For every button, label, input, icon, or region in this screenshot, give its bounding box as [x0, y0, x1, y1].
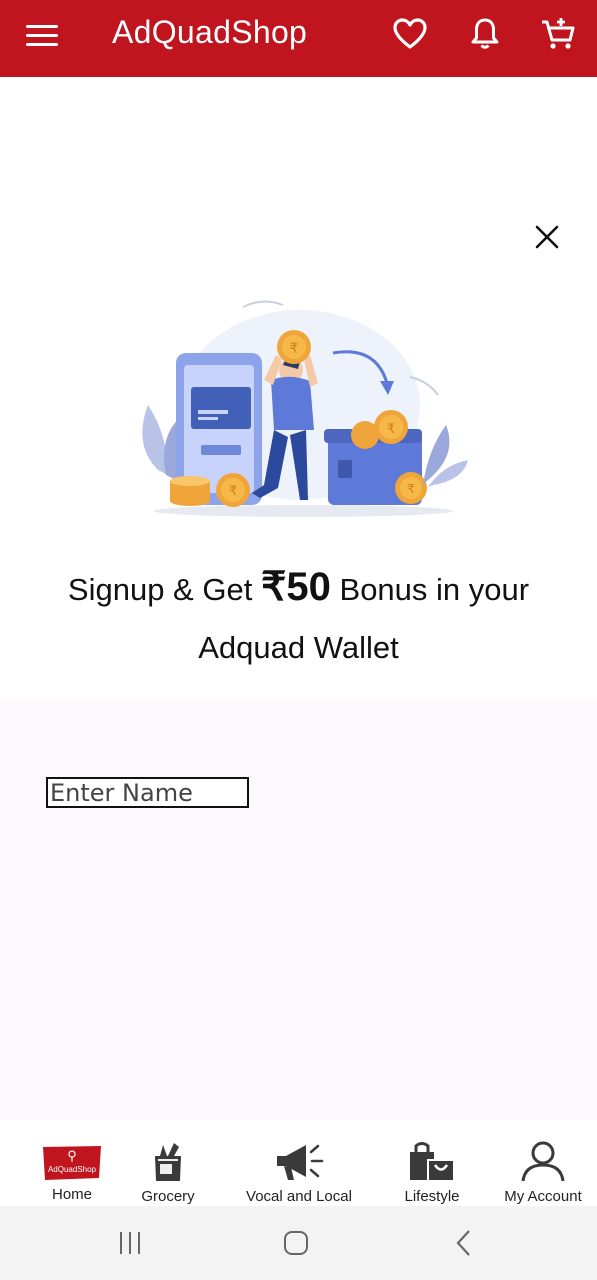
app-title: AdQuadShop: [112, 14, 308, 50]
nav-label-lifestyle: Lifestyle: [404, 1188, 460, 1205]
nav-item-my-account[interactable]: My Account: [498, 1120, 588, 1206]
recents-icon[interactable]: [110, 1228, 150, 1258]
nav-label-home: Home: [51, 1186, 92, 1203]
name-input[interactable]: [46, 777, 249, 808]
nav-item-grocery[interactable]: Grocery: [138, 1120, 198, 1206]
svg-text:₹: ₹: [407, 482, 415, 496]
signup-form: [0, 700, 597, 1120]
app-bar: AdQuadShop: [0, 0, 597, 77]
bell-icon[interactable]: [465, 14, 505, 54]
svg-text:⚲: ⚲: [67, 1149, 77, 1164]
back-icon[interactable]: [444, 1228, 484, 1258]
nav-item-lifestyle[interactable]: Lifestyle: [399, 1120, 465, 1206]
heart-icon[interactable]: [390, 14, 430, 54]
svg-text:₹: ₹: [387, 422, 395, 437]
home-icon[interactable]: [276, 1228, 316, 1258]
shopping-bags-icon: [408, 1134, 456, 1182]
promo-headline: Signup & Get ₹50 Bonus in your Adquad Wa…: [0, 558, 597, 677]
megaphone-icon: [274, 1134, 324, 1182]
close-icon[interactable]: [530, 220, 564, 254]
nav-item-vocal-and-local[interactable]: Vocal and Local: [238, 1120, 360, 1206]
system-nav-bar: [0, 1206, 597, 1280]
user-icon: [520, 1134, 566, 1182]
adquadshop-logo-icon: ⚲ AdQuadShop: [41, 1134, 103, 1182]
svg-text:₹: ₹: [229, 484, 237, 499]
menu-icon[interactable]: [26, 18, 62, 52]
headline-suffix: Bonus in your: [339, 572, 530, 607]
nav-label-my-account: My Account: [504, 1188, 582, 1205]
svg-text:AdQuadShop: AdQuadShop: [48, 1165, 97, 1174]
bottom-nav: ⚲ AdQuadShop Home Grocery Vocal and Loca…: [0, 1120, 597, 1206]
headline-line-2: Adquad Wallet: [198, 630, 399, 665]
nav-label-vocal-and-local: Vocal and Local: [246, 1188, 352, 1205]
svg-text:₹: ₹: [290, 341, 299, 357]
grocery-bag-icon: [152, 1134, 184, 1182]
headline-prefix: Signup & Get: [67, 572, 253, 607]
wallet-illustration: ₹ ₹ ₹ ₹: [128, 295, 473, 525]
nav-item-home[interactable]: ⚲ AdQuadShop Home: [40, 1120, 104, 1206]
bonus-amount: ₹50: [260, 565, 331, 609]
cart-icon[interactable]: [538, 14, 578, 54]
nav-label-grocery: Grocery: [141, 1188, 195, 1205]
